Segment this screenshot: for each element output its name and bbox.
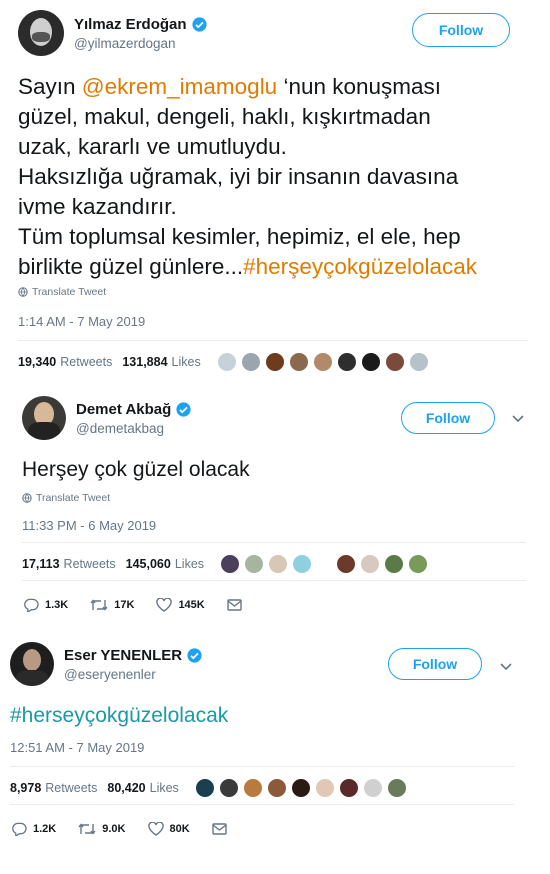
reply-button[interactable]: 1.2K (12, 822, 56, 836)
tweet-timestamp[interactable]: 12:51 AM - 7 May 2019 (10, 740, 144, 755)
tweet-actions: 1.3K 17K 145K (24, 598, 270, 612)
avatar[interactable] (362, 778, 383, 798)
translate-tweet-link[interactable]: Translate Tweet (18, 286, 106, 298)
like-button[interactable]: 145K (156, 598, 205, 612)
avatar[interactable] (336, 554, 357, 574)
user-handle[interactable]: @demetakbag (76, 421, 192, 436)
hashtag-link[interactable]: #herseyçokgüzelolacak (10, 702, 228, 729)
tweet-header: Demet Akbağ @demetakbag (22, 396, 192, 440)
message-icon (227, 599, 242, 611)
avatar[interactable] (408, 554, 429, 574)
display-name[interactable]: Demet Akbağ (76, 401, 171, 418)
reply-icon (12, 822, 27, 836)
mention-link[interactable]: @ekrem_imamoglu (82, 74, 277, 99)
follow-button[interactable]: Follow (401, 402, 495, 434)
avatar[interactable] (338, 778, 359, 798)
retweet-count[interactable]: 19,340 (18, 355, 56, 369)
retweet-count[interactable]: 8,978 (10, 781, 41, 795)
avatar[interactable] (268, 554, 289, 574)
retweet-icon (78, 823, 96, 835)
tweet-eser-yenenler: Eser YENENLER @eseryenenler Follow #hers… (10, 642, 530, 862)
globe-icon (22, 493, 32, 503)
avatar[interactable] (360, 352, 381, 372)
hashtag-link[interactable]: #herşeyçokgüzelolacak (243, 254, 477, 279)
retweet-count[interactable]: 17,113 (22, 557, 60, 571)
chevron-down-icon[interactable] (512, 410, 524, 426)
avatar[interactable] (244, 554, 265, 574)
user-handle[interactable]: @eseryenenler (64, 667, 203, 682)
reply-button[interactable]: 1.3K (24, 598, 68, 612)
liker-avatars (194, 778, 411, 798)
tweet-actions: 1.2K 9.0K 80K (12, 822, 255, 836)
tweet-stats: 8,978 Retweets 80,420 Likes (10, 778, 411, 798)
direct-message-button[interactable] (211, 823, 233, 835)
display-name[interactable]: Yılmaz Erdoğan (74, 16, 187, 33)
avatar[interactable] (10, 642, 54, 686)
reply-icon (24, 598, 39, 612)
tweet-yilmaz-erdogan: Yılmaz Erdoğan @yilmazerdogan Follow Say… (18, 10, 538, 380)
liker-avatars (220, 554, 432, 574)
translate-tweet-link[interactable]: Translate Tweet (22, 492, 110, 504)
avatar[interactable] (384, 554, 405, 574)
like-count[interactable]: 145,060 (126, 557, 171, 571)
like-button[interactable]: 80K (147, 822, 190, 836)
chevron-down-icon[interactable] (500, 658, 512, 674)
verified-badge-icon (191, 16, 207, 32)
verified-badge-icon (176, 401, 191, 417)
avatar[interactable] (360, 554, 381, 574)
tweet-header: Eser YENENLER @eseryenenler (10, 642, 203, 686)
avatar[interactable] (266, 778, 287, 798)
avatar[interactable] (312, 352, 333, 372)
tweet-text: Herşey çok güzel olacak (22, 458, 250, 481)
avatar[interactable] (194, 778, 215, 798)
retweet-button[interactable]: 17K (90, 598, 134, 612)
tweet-timestamp[interactable]: 1:14 AM - 7 May 2019 (18, 314, 145, 329)
avatar[interactable] (314, 778, 335, 798)
avatar[interactable] (386, 778, 407, 798)
liker-avatars (216, 352, 433, 372)
avatar[interactable] (216, 352, 237, 372)
tweet-text: Sayın @ekrem_imamoglu ‘nun konuşması güz… (18, 74, 478, 279)
avatar[interactable] (292, 554, 313, 574)
avatar[interactable] (18, 10, 64, 56)
heart-icon (156, 598, 173, 612)
avatar[interactable] (336, 352, 357, 372)
globe-icon (18, 287, 28, 297)
tweet-stats: 19,340 Retweets 131,884 Likes (18, 352, 433, 372)
tweet-header: Yılmaz Erdoğan @yilmazerdogan (18, 10, 208, 56)
avatar[interactable] (242, 778, 263, 798)
follow-button[interactable]: Follow (412, 13, 510, 47)
avatar[interactable] (220, 554, 241, 574)
retweet-button[interactable]: 9.0K (78, 822, 126, 836)
avatar[interactable] (22, 396, 66, 440)
direct-message-button[interactable] (227, 599, 248, 611)
avatar[interactable] (240, 352, 261, 372)
avatar[interactable] (290, 778, 311, 798)
message-icon (211, 823, 227, 835)
like-count[interactable]: 131,884 (122, 355, 167, 369)
heart-icon (147, 822, 164, 836)
tweet-demet-akbag: Demet Akbağ @demetakbag Follow Herşey ço… (22, 396, 534, 626)
avatar[interactable] (408, 352, 429, 372)
follow-button[interactable]: Follow (388, 648, 482, 680)
avatar[interactable] (218, 778, 239, 798)
user-handle[interactable]: @yilmazerdogan (74, 36, 208, 51)
avatar[interactable] (384, 352, 405, 372)
avatar[interactable] (288, 352, 309, 372)
like-count[interactable]: 80,420 (107, 781, 145, 795)
display-name[interactable]: Eser YENENLER (64, 647, 182, 664)
verified-badge-icon (187, 647, 202, 663)
avatar[interactable] (264, 352, 285, 372)
retweet-icon (90, 599, 108, 611)
tweet-stats: 17,113 Retweets 145,060 Likes (22, 554, 432, 574)
tweet-timestamp[interactable]: 11:33 PM - 6 May 2019 (22, 518, 156, 533)
